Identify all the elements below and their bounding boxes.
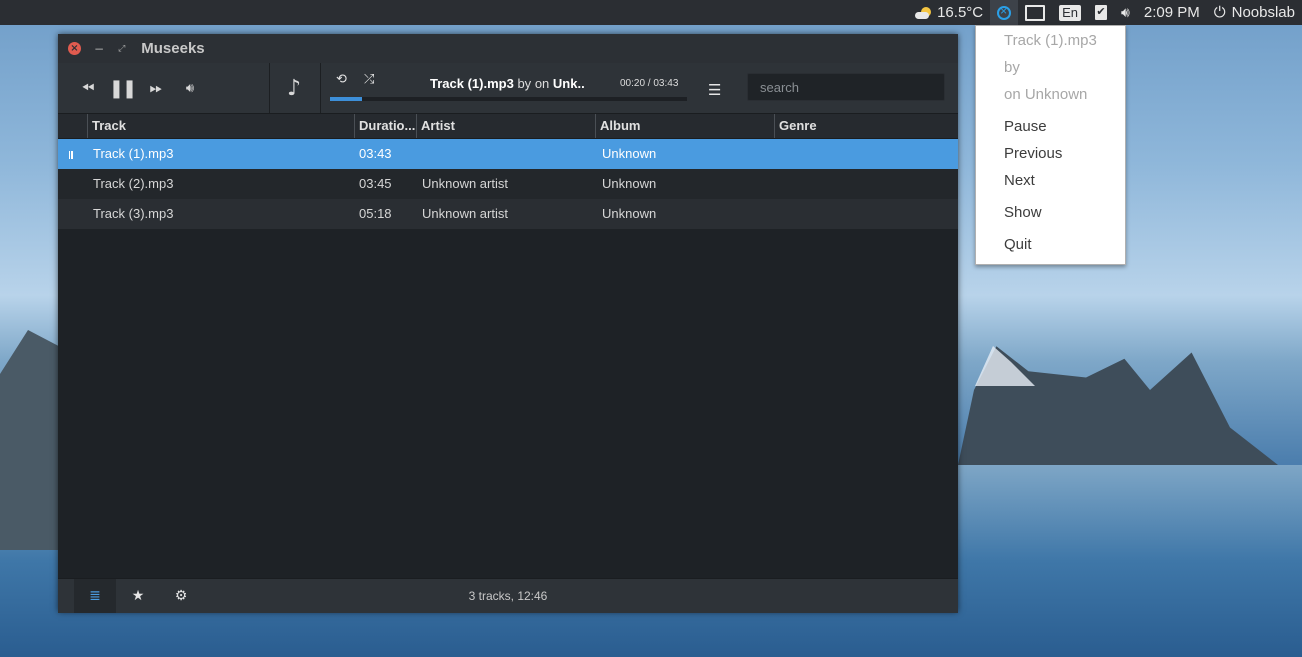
cell-album: Unknown bbox=[602, 146, 657, 161]
museeks-tray-icon bbox=[997, 4, 1012, 20]
museeks-window: × − ⤢ Museeks ⏪︎ ❚❚ ⏩︎ 🔊︎ ♪ ⟲ ⤮ Track (1… bbox=[58, 34, 958, 613]
title-bar: × − ⤢ Museeks bbox=[58, 34, 958, 63]
close-window-button[interactable]: × bbox=[68, 42, 81, 55]
playlists-button[interactable]: ★ bbox=[117, 579, 159, 613]
cell-duration: 05:18 bbox=[359, 206, 392, 221]
progress-fill bbox=[330, 97, 363, 101]
column-header-album[interactable]: Album bbox=[595, 114, 774, 138]
now-playing-by: by bbox=[517, 76, 532, 91]
player-header: ⏪︎ ❚❚ ⏩︎ 🔊︎ ♪ ⟲ ⤮ Track (1).mp3 by on Un… bbox=[58, 63, 958, 114]
sound-indicator[interactable]: 🔊︎ bbox=[1114, 0, 1137, 25]
menu-item-next[interactable]: Next bbox=[1004, 172, 1035, 189]
keyboard-indicator[interactable]: En bbox=[1052, 0, 1088, 25]
volume-button[interactable]: 🔊︎ bbox=[178, 63, 202, 113]
minimize-window-button[interactable]: − bbox=[94, 42, 104, 56]
cell-track: Track (1).mp3 bbox=[93, 146, 174, 161]
weather-indicator[interactable]: 16.5°C bbox=[908, 0, 990, 25]
menu-track-album: on Unknown bbox=[1004, 86, 1088, 103]
footer-bar: 3 tracks, 12:46 ≣ ★ ⚙ bbox=[58, 578, 958, 613]
repeat-icon[interactable]: ⟲ bbox=[336, 72, 347, 87]
tray-menu: Track (1).mp3 by on Unknown Pause Previo… bbox=[975, 25, 1126, 265]
volume-icon: 🔊︎ bbox=[185, 80, 195, 96]
menu-item-pause[interactable]: Pause bbox=[1004, 118, 1047, 135]
checklist-icon: ✔ bbox=[1095, 5, 1108, 20]
power-icon: ⏻ bbox=[1213, 4, 1226, 21]
cover-art-placeholder: ♪ bbox=[280, 63, 308, 113]
cell-track: Track (3).mp3 bbox=[93, 206, 174, 221]
column-header-track[interactable]: Track bbox=[87, 114, 354, 138]
clock-indicator[interactable]: 2:09 PM bbox=[1137, 0, 1207, 25]
table-row[interactable]: Track (1).mp3 03:43 Unknown bbox=[58, 139, 958, 169]
checklist-indicator[interactable]: ✔ bbox=[1088, 0, 1114, 25]
table-header: Track Duratio... Artist Album Genre bbox=[58, 114, 958, 139]
gear-icon: ⚙ bbox=[174, 588, 188, 604]
window-title: Museeks bbox=[141, 40, 205, 57]
menu-track-title: Track (1).mp3 bbox=[1004, 32, 1097, 49]
queue-icon[interactable]: ☰ bbox=[708, 81, 721, 99]
maximize-window-button[interactable]: ⤢ bbox=[118, 44, 125, 54]
top-panel: 16.5°C En ✔ 🔊︎ 2:09 PM ⏻ Noobslab bbox=[0, 0, 1302, 25]
column-header-duration[interactable]: Duratio... bbox=[354, 114, 416, 138]
cell-album: Unknown bbox=[602, 176, 657, 191]
weather-icon bbox=[915, 6, 932, 19]
column-header-artist[interactable]: Artist bbox=[416, 114, 595, 138]
next-button[interactable]: ⏩︎ bbox=[144, 63, 168, 113]
track-list: Track (1).mp3 03:43 Unknown Track (2).mp… bbox=[58, 139, 958, 229]
settings-button[interactable]: ⚙ bbox=[160, 579, 202, 613]
now-playing-album: Unk.. bbox=[552, 76, 585, 91]
pause-button[interactable]: ❚❚ bbox=[108, 63, 137, 113]
menu-item-show[interactable]: Show bbox=[1004, 204, 1042, 221]
keyboard-layout-icon: En bbox=[1059, 4, 1082, 21]
now-playing-icon bbox=[69, 151, 73, 159]
user-name: Noobslab bbox=[1231, 4, 1295, 21]
progress-bar[interactable] bbox=[330, 97, 687, 101]
previous-button[interactable]: ⏪︎ bbox=[76, 63, 100, 113]
cell-track: Track (2).mp3 bbox=[93, 176, 174, 191]
previous-icon: ⏪︎ bbox=[81, 78, 95, 97]
now-playing-info: Track (1).mp3 by on Unk.. bbox=[430, 76, 590, 91]
library-icon: ≣ bbox=[89, 588, 101, 604]
cell-duration: 03:45 bbox=[359, 176, 392, 191]
table-row[interactable]: Track (2).mp3 03:45 Unknown artist Unkno… bbox=[58, 169, 958, 199]
now-playing-title: Track (1).mp3 bbox=[430, 76, 514, 91]
pause-icon: ❚❚ bbox=[108, 77, 137, 99]
cell-artist: Unknown artist bbox=[422, 206, 508, 221]
menu-track-artist: by bbox=[1004, 59, 1020, 76]
next-icon: ⏩︎ bbox=[149, 78, 163, 97]
search-input[interactable] bbox=[747, 73, 945, 101]
now-playing-on: on bbox=[534, 76, 550, 91]
header-divider bbox=[269, 63, 270, 113]
library-button[interactable]: ≣ bbox=[74, 579, 116, 613]
museeks-tray-indicator[interactable] bbox=[990, 0, 1019, 25]
clock-label: 2:09 PM bbox=[1143, 4, 1200, 21]
cell-album: Unknown bbox=[602, 206, 657, 221]
network-indicator[interactable] bbox=[1018, 0, 1052, 25]
volume-icon: 🔊︎ bbox=[1121, 4, 1130, 20]
wallpaper-snow bbox=[975, 346, 1035, 386]
player-status: ⟲ ⤮ Track (1).mp3 by on Unk.. 00:20 / 03… bbox=[320, 63, 695, 113]
music-note-icon: ♪ bbox=[286, 75, 302, 101]
column-header-genre[interactable]: Genre bbox=[774, 114, 958, 138]
playback-time: 00:20 / 03:43 bbox=[620, 78, 679, 89]
session-indicator[interactable]: ⏻ Noobslab bbox=[1207, 0, 1302, 25]
menu-item-quit[interactable]: Quit bbox=[1004, 236, 1032, 253]
temperature-label: 16.5°C bbox=[937, 4, 984, 21]
star-icon: ★ bbox=[131, 588, 145, 604]
shuffle-icon[interactable]: ⤮ bbox=[364, 72, 374, 87]
table-row[interactable]: Track (3).mp3 05:18 Unknown artist Unkno… bbox=[58, 199, 958, 229]
network-icon bbox=[1025, 4, 1046, 21]
cell-duration: 03:43 bbox=[359, 146, 392, 161]
cell-artist: Unknown artist bbox=[422, 176, 508, 191]
menu-item-previous[interactable]: Previous bbox=[1004, 145, 1062, 162]
